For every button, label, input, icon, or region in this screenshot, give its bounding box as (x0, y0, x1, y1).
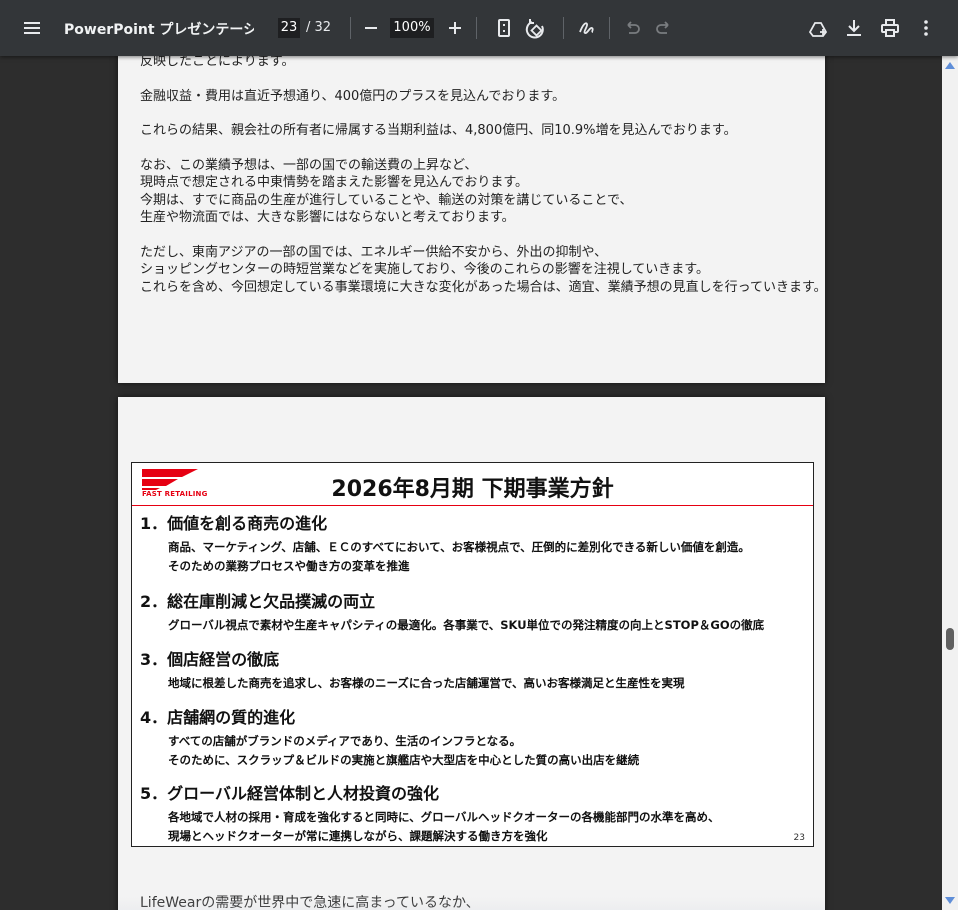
section-heading: 3．個店経営の徹底 (140, 650, 280, 669)
policy-section: 5．グローバル経営体制と人材投資の強化 各地域で人材の採用・育成を強化すると同時… (140, 780, 720, 846)
notes-line: 現時点で想定される中東情勢を踏まえた影響を見込んでおります。 (140, 175, 529, 190)
redo-icon[interactable] (652, 16, 676, 40)
slide-image: FAST RETAILING 2026年8月期 下期事業方針 1．価値を創る商売… (131, 462, 814, 847)
section-text: すべての店舗がブランドのメディアであり、生活のインフラとなる。 (168, 734, 522, 748)
section-text: 地域に根差した商売を追求し、お客様のニーズに合った店舗運営で、高いお客様満足と生… (168, 676, 685, 690)
notes-line: 今期は、すでに商品の生産が進行していることや、輸送の対策を講じていることで、 (140, 192, 633, 208)
notes-line: これらの結果、親会社の所有者に帰属する当期利益は、4,800億円、同10.9%増… (140, 123, 737, 138)
more-options-icon[interactable] (914, 16, 938, 40)
pdf-viewer[interactable]: 反映したことによります。 金融収益・費用は直近予想通り、400億円のプラスを見込… (0, 56, 942, 910)
slide-page-number: 23 (793, 833, 805, 843)
vertical-scrollbar[interactable] (942, 56, 958, 910)
speaker-notes-text: 反映したことによります。 金融収益・費用は直近予想通り、400億円のプラスを見込… (140, 56, 827, 313)
section-text: 商品、マーケティング、店舗、ＥＣのすべてにおいて、お客様視点で、圧倒的に差別化で… (168, 540, 750, 554)
notes-line: 金融収益・費用は直近予想通り、400億円のプラスを見込んでおります。 (140, 88, 566, 104)
section-heading: 1．価値を創る商売の進化 (140, 514, 328, 533)
section-text: グローバル視点で素材や生産キャパシティの最適化。各事業で、SKU単位での発注精度… (168, 618, 765, 632)
pdf-page-22: 反映したことによります。 金融収益・費用は直近予想通り、400億円のプラスを見込… (118, 56, 827, 383)
policy-section: 1．価値を創る商売の進化 商品、マーケティング、店舗、ＥＣのすべてにおいて、お客… (140, 510, 750, 576)
print-icon[interactable] (878, 16, 902, 40)
scroll-down-arrow-icon[interactable] (945, 897, 955, 904)
slide-title: 2026年8月期 下期事業方針 (331, 477, 614, 502)
zoom-out-icon[interactable] (359, 16, 383, 40)
draw-icon[interactable] (575, 16, 599, 40)
policy-section: 2．総在庫削減と欠品撲滅の両立 グローバル視点で素材や生産キャパシティの最適化。… (140, 588, 764, 635)
section-text: そのための業務プロセスや働き方の変革を推進 (168, 559, 410, 573)
menu-icon[interactable] (20, 16, 44, 40)
section-heading: 2．総在庫削減と欠品撲滅の両立 (140, 592, 376, 611)
scroll-up-arrow-icon[interactable] (945, 62, 955, 69)
notes-line: これらを含め、今回想定している事業環境に大きな変化があった場合は、適宜、業績予想… (140, 279, 827, 295)
page-total: / 32 (306, 20, 332, 35)
undo-icon[interactable] (620, 16, 644, 40)
section-text: そのために、スクラップ＆ビルドの実施と旗艦店や大型店を中心とした質の高い出店を継… (168, 753, 640, 767)
section-text: 現場とヘッドクオーターが常に連携しながら、課題解決する働き方を強化 (168, 829, 548, 843)
section-heading: 5．グローバル経営体制と人材投資の強化 (140, 784, 439, 803)
pdf-page-23: FAST RETAILING 2026年8月期 下期事業方針 1．価値を創る商売… (118, 397, 825, 910)
divider (609, 17, 610, 39)
notes-line: ただし、東南アジアの一部の国では、エネルギー供給不安から、外出の抑制や、 (140, 244, 608, 260)
scrollbar-thumb[interactable] (946, 628, 954, 650)
policy-section: 4．店舗網の質的進化 すべての店舗がブランドのメディアであり、生活のインフラとな… (140, 704, 639, 770)
divider (476, 17, 477, 39)
section-heading: 4．店舗網の質的進化 (140, 708, 296, 727)
add-to-drive-icon[interactable] (806, 16, 830, 40)
pdf-toolbar: PowerPoint プレゼンテーシ... 23 / 32 100% (0, 0, 958, 56)
page-number-input[interactable]: 23 (278, 18, 300, 38)
title-divider (132, 505, 813, 506)
zoom-input[interactable]: 100% (390, 18, 434, 38)
divider (350, 17, 351, 39)
bottom-fade (118, 897, 825, 910)
notes-line: なお、この業績予想は、一部の国での輸送費の上昇など、 (140, 157, 478, 173)
section-text: 各地域で人材の採用・育成を強化すると同時に、グローバルヘッドクオーターの各機能部… (168, 810, 720, 824)
notes-line: ショッピングセンターの時短営業などを実施しており、今後のこれらの影響を注視してい… (140, 262, 710, 277)
notes-line: 生産や物流面では、大きな影響にはならないと考えております。 (140, 210, 515, 225)
document-title: PowerPoint プレゼンテーシ... (64, 22, 254, 38)
download-icon[interactable] (842, 16, 866, 40)
zoom-in-icon[interactable] (443, 16, 467, 40)
policy-section: 3．個店経営の徹底 地域に根差した商売を追求し、お客様のニーズに合った店舗運営で… (140, 646, 684, 693)
rotate-icon[interactable] (524, 16, 548, 40)
notes-line: 反映したことによります。 (140, 56, 295, 69)
fit-page-icon[interactable] (492, 16, 516, 40)
divider (563, 17, 564, 39)
